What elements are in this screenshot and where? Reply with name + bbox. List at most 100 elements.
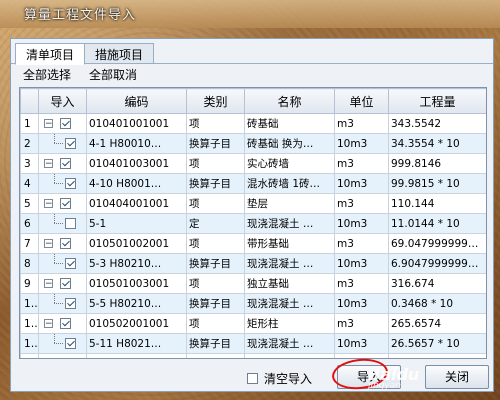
row-import-checkbox[interactable] <box>60 238 71 249</box>
row-name: 独立基础 <box>244 273 335 294</box>
col-header-type[interactable]: 类别 <box>186 88 245 114</box>
table-row[interactable]: 7− 010501002001 项带形基础 m3 69.0479999999996 <box>20 233 486 254</box>
table-row[interactable]: 8 5-3 H80210… 换算子目 现浇混凝土 … 10m3 6.90479999999… <box>20 253 486 274</box>
tree-branch-icon <box>51 214 65 233</box>
row-unit: m3 <box>334 313 389 334</box>
row-import-cell <box>38 293 87 314</box>
row-name: 现浇混凝土 … <box>244 213 335 234</box>
row-import-cell: − <box>38 233 87 254</box>
table-row[interactable]: 4 4-10 H8001… 换算子目 混水砖墙 1砖… 10m3 99.9815 * 10 <box>20 173 486 194</box>
baidu-watermark: Baidu jingyan <box>368 365 419 391</box>
dialog-panel: 清单项目 措施项目 全部选择 全部取消 导入 编码 类别 名称 单位 工程量 1… <box>10 38 494 392</box>
col-header-name[interactable]: 名称 <box>244 88 335 114</box>
col-header-import[interactable]: 导入 <box>38 88 87 114</box>
table-header-row: 导入 编码 类别 名称 单位 工程量 <box>20 88 486 114</box>
row-import-checkbox[interactable] <box>65 138 76 149</box>
row-import-checkbox[interactable] <box>60 158 71 169</box>
table-row[interactable]: 10 5-5 H80210… 换算子目 现浇混凝土 … 10m3 0.3468 * 10 <box>20 293 486 314</box>
row-name: 实心砖墙 <box>244 153 335 174</box>
row-code: 010404001001 <box>86 193 187 214</box>
clear-import-label: 清空导入 <box>264 372 313 386</box>
row-import-cell <box>38 213 87 234</box>
select-all-link[interactable]: 全部选择 <box>23 66 71 83</box>
row-import-checkbox[interactable] <box>65 178 76 189</box>
row-index: 4 <box>20 173 39 194</box>
table-row[interactable]: 6 5-1 定现浇混凝土 … 10m3 11.0144 * 10 <box>20 213 486 234</box>
row-code: 5-5 H80210… <box>86 293 187 314</box>
table-row[interactable]: 5− 010404001001 项垫层 m3 110.144 <box>20 193 486 214</box>
row-import-cell: − <box>38 273 87 294</box>
row-index: 1 <box>20 113 39 134</box>
row-import-checkbox[interactable] <box>60 278 71 289</box>
collapse-icon[interactable]: − <box>44 279 53 289</box>
row-import-checkbox[interactable] <box>60 118 71 129</box>
row-unit: 10m3 <box>334 133 389 154</box>
row-import-checkbox[interactable] <box>60 358 71 359</box>
row-name: 砖基础 换为… <box>244 133 335 154</box>
row-code: 010401001001 <box>86 113 187 134</box>
row-unit: 10m3 <box>334 293 389 314</box>
row-import-checkbox[interactable] <box>65 218 76 229</box>
table-row[interactable]: 11− 010502001001 项矩形柱 m3 265.6574 <box>20 313 486 334</box>
collapse-icon[interactable]: − <box>44 319 53 329</box>
close-button[interactable]: 关闭 <box>425 365 489 389</box>
tab-bill-items[interactable]: 清单项目 <box>15 43 86 65</box>
row-type: 项 <box>186 233 245 254</box>
row-index: 3 <box>20 153 39 174</box>
table-row[interactable]: 2 4-1 H80010… 换算子目 砖基础 换为… 10m3 34.3554 * 10 <box>20 133 486 154</box>
row-quantity: 999.8146 <box>388 153 486 174</box>
row-name: 带形基础 <box>244 233 335 254</box>
tab-strip: 清单项目 措施项目 <box>15 43 155 65</box>
row-name: 垫层 <box>244 193 335 214</box>
col-header-quantity[interactable]: 工程量 <box>388 88 486 114</box>
tree-branch-icon <box>51 334 65 353</box>
row-quantity: 0.3468 * 10 <box>388 293 486 314</box>
row-quantity: 11.0144 * 10 <box>388 213 486 234</box>
title-bar[interactable]: 算量工程文件导入 <box>0 0 500 28</box>
collapse-icon[interactable]: − <box>44 239 53 249</box>
row-import-cell: − <box>38 313 87 334</box>
table-row[interactable]: 9− 010501003001 项独立基础 m3 316.674 <box>20 273 486 294</box>
row-import-checkbox[interactable] <box>65 258 76 269</box>
row-type: 定 <box>186 213 245 234</box>
row-name: 现浇混凝土 … <box>244 293 335 314</box>
row-import-checkbox[interactable] <box>65 298 76 309</box>
row-type: 项 <box>186 193 245 214</box>
window-title: 算量工程文件导入 <box>24 8 137 23</box>
row-import-checkbox[interactable] <box>60 198 71 209</box>
tree-branch-icon <box>51 254 65 273</box>
row-quantity: 110.144 <box>388 193 486 214</box>
row-type: 换算子目 <box>186 293 245 314</box>
col-header-code[interactable]: 编码 <box>86 88 187 114</box>
table-row[interactable]: 1− 010401001001 项砖基础 m3 343.5542 <box>20 113 486 134</box>
row-name: 矩形梁 <box>244 353 335 358</box>
row-index: 8 <box>20 253 39 274</box>
row-code: 010502001001 <box>86 313 187 334</box>
row-unit: m3 <box>334 233 389 254</box>
row-type: 换算子目 <box>186 133 245 154</box>
row-code: 5-3 H80210… <box>86 253 187 274</box>
deselect-all-link[interactable]: 全部取消 <box>89 66 137 83</box>
collapse-icon[interactable]: − <box>44 159 53 169</box>
row-name: 矩形柱 <box>244 313 335 334</box>
col-header-unit[interactable]: 单位 <box>334 88 389 114</box>
collapse-icon[interactable]: − <box>44 119 53 129</box>
row-import-checkbox[interactable] <box>60 318 71 329</box>
table-row[interactable]: 3− 010401003001 项实心砖墙 m3 999.8146 <box>20 153 486 174</box>
row-index: 5 <box>20 193 39 214</box>
clear-import-checkbox[interactable] <box>247 373 258 384</box>
collapse-icon[interactable]: − <box>44 199 53 209</box>
row-import-cell <box>38 253 87 274</box>
selection-bar: 全部选择 全部取消 <box>23 66 137 83</box>
row-unit: m3 <box>334 193 389 214</box>
row-quantity: 6.90479999999996 <box>388 253 486 274</box>
row-code: 010401003001 <box>86 153 187 174</box>
items-grid: 导入 编码 类别 名称 单位 工程量 1−010401001001 项砖基础 m3 3… <box>19 87 487 359</box>
row-index: 7 <box>20 233 39 254</box>
row-import-checkbox[interactable] <box>65 338 76 349</box>
table-row[interactable]: 13−010503002001项矩形梁m3406.0993 <box>20 353 486 359</box>
row-index: 2 <box>20 133 39 154</box>
row-quantity: 406.0993 <box>388 353 486 358</box>
table-row[interactable]: 12 5-11 H8021… 换算子目 现浇混凝土 … 10m3 26.5657 * 10 <box>20 333 486 354</box>
tab-measure-items[interactable]: 措施项目 <box>84 43 155 64</box>
